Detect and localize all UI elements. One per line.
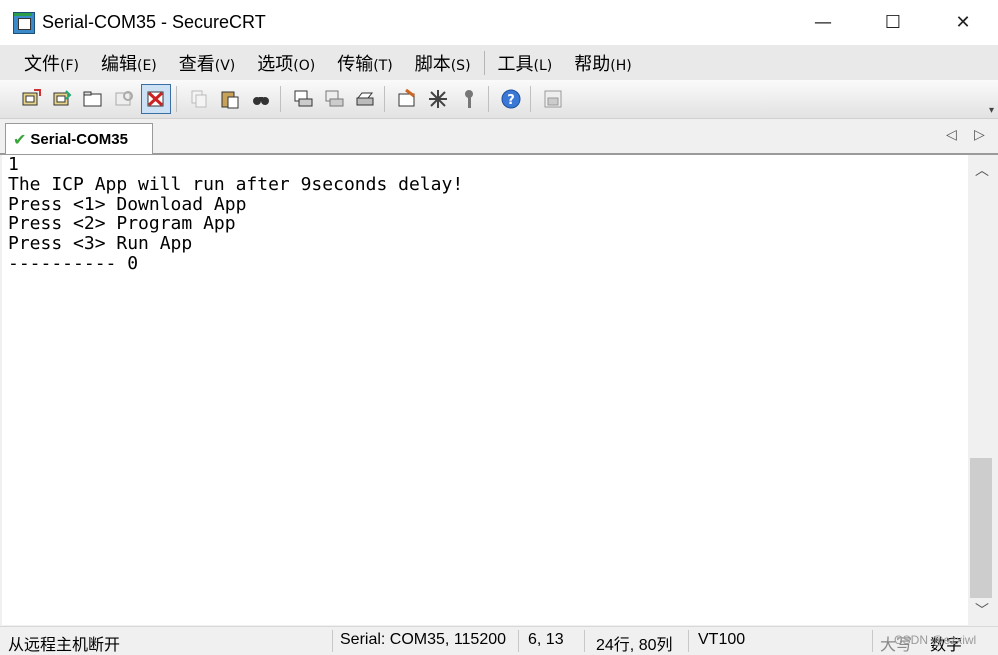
menu-edit[interactable]: 编辑(E) xyxy=(90,50,168,76)
menu-script[interactable]: 脚本(S) xyxy=(404,50,482,76)
quick-connect-icon[interactable] xyxy=(48,85,76,113)
menu-options[interactable]: 选项(O) xyxy=(246,50,326,76)
menu-bar: 文件(F) 编辑(E) 查看(V) 选项(O) 传输(T) 脚本(S) 工具(L… xyxy=(0,45,998,80)
menu-separator xyxy=(483,50,485,75)
status-separator xyxy=(518,630,519,652)
terminal-line: The ICP App will run after 9seconds dela… xyxy=(8,173,464,195)
terminal-line: Press <1> Download App xyxy=(8,193,247,215)
status-emulation: VT100 xyxy=(698,631,746,648)
status-terminal-size: 24行, 80列 xyxy=(596,637,673,654)
status-separator xyxy=(688,630,689,652)
toolbar-overflow-icon[interactable]: ▾ xyxy=(989,105,994,116)
print-icon[interactable] xyxy=(351,85,379,113)
terminal-line: ---------- 0 xyxy=(8,252,139,274)
securecrt-app-icon[interactable] xyxy=(13,11,35,34)
status-connection: Serial: COM35, 115200 xyxy=(340,631,507,648)
tab-prev-icon[interactable]: ◁ xyxy=(946,127,957,143)
title-bar[interactable]: Serial-COM35 - SecureCRT — ☐ ✕ xyxy=(0,0,998,45)
tab-serial-com35[interactable]: ✔ Serial-COM35 xyxy=(5,123,153,154)
toolbar-separator xyxy=(384,86,385,112)
toolbar-separator xyxy=(176,86,177,112)
print-screen-icon[interactable] xyxy=(289,85,317,113)
vertical-scrollbar[interactable]: ︿ ﹀ xyxy=(968,155,996,625)
session-tabs-bar: ✔ Serial-COM35 ◁ ▷ xyxy=(0,119,998,155)
keymap-icon[interactable] xyxy=(455,85,483,113)
tab-label: Serial-COM35 xyxy=(30,130,128,148)
status-separator xyxy=(332,630,333,652)
terminal-line: Press <3> Run App xyxy=(8,233,193,255)
toolbar: ? ▾ xyxy=(0,80,998,119)
terminal-line: Press <2> Program App xyxy=(8,213,236,235)
minimize-button[interactable]: — xyxy=(788,0,858,45)
menu-transfer[interactable]: 传输(T) xyxy=(326,50,403,76)
find-icon[interactable] xyxy=(247,85,275,113)
menu-file[interactable]: 文件(F) xyxy=(13,50,90,76)
sftp-icon[interactable] xyxy=(539,85,567,113)
terminal-output[interactable]: 1 The ICP App will run after 9seconds de… xyxy=(2,155,968,625)
toolbar-separator xyxy=(530,86,531,112)
disconnect-icon[interactable] xyxy=(141,84,171,114)
session-options-icon[interactable] xyxy=(393,85,421,113)
close-button[interactable]: ✕ xyxy=(928,0,998,45)
tab-next-icon[interactable]: ▷ xyxy=(974,127,985,143)
copy-icon[interactable] xyxy=(185,85,213,113)
connected-check-icon: ✔ xyxy=(13,129,27,149)
status-separator xyxy=(584,630,585,652)
paste-icon[interactable] xyxy=(216,85,244,113)
connect-in-tab-icon[interactable] xyxy=(79,85,107,113)
menu-tools[interactable]: 工具(L) xyxy=(487,50,564,76)
status-cursor-position: 6, 13 xyxy=(528,631,564,648)
connect-icon[interactable] xyxy=(17,85,45,113)
terminal-line: 1 xyxy=(8,155,19,175)
global-options-icon[interactable] xyxy=(424,85,452,113)
scroll-up-icon[interactable]: ︿ xyxy=(968,157,996,183)
print-selection-icon[interactable] xyxy=(320,85,348,113)
toolbar-separator xyxy=(280,86,281,112)
window-title: Serial-COM35 - SecureCRT xyxy=(42,12,266,32)
scroll-down-icon[interactable]: ﹀ xyxy=(968,597,996,623)
reconnect-icon[interactable] xyxy=(110,85,138,113)
menu-help[interactable]: 帮助(H) xyxy=(563,50,642,76)
help-icon[interactable]: ? xyxy=(497,85,525,113)
toolbar-separator xyxy=(488,86,489,112)
status-message: 从远程主机断开 xyxy=(8,637,121,654)
watermark: CSDN @ezxiwl xyxy=(894,633,977,647)
status-bar: 从远程主机断开 Serial: COM35, 115200 6, 13 24行,… xyxy=(0,626,998,655)
svg-text:?: ? xyxy=(507,93,515,108)
status-separator xyxy=(872,630,873,652)
menu-view[interactable]: 查看(V) xyxy=(168,50,247,76)
scrollbar-thumb[interactable] xyxy=(970,458,992,598)
securecrt-window: Serial-COM35 - SecureCRT — ☐ ✕ 文件(F) 编辑(… xyxy=(0,0,998,655)
maximize-button[interactable]: ☐ xyxy=(858,0,928,45)
